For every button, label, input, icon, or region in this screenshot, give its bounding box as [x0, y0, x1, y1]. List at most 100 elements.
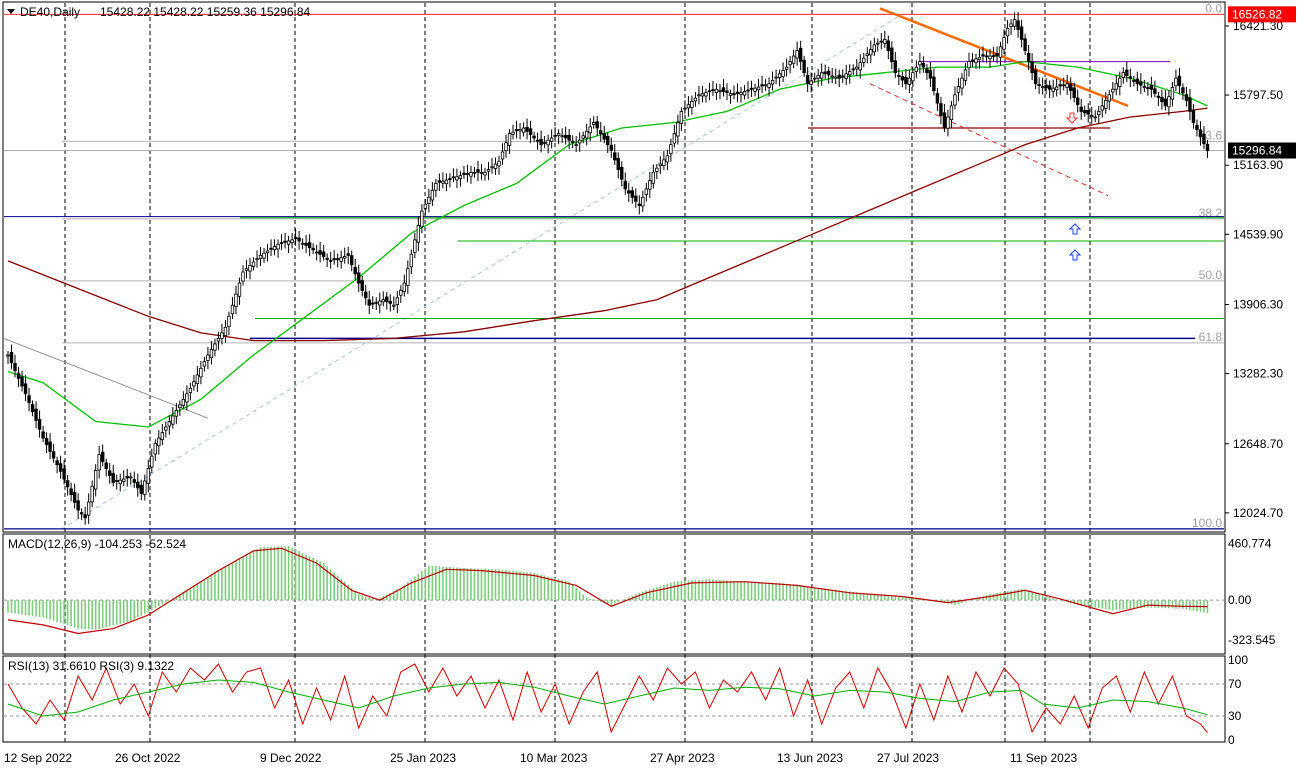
candle-body — [416, 225, 421, 243]
candle-body — [644, 188, 649, 195]
candle-body — [132, 479, 136, 483]
candle-body — [651, 171, 656, 184]
candle-body — [858, 62, 862, 71]
candle-body — [286, 240, 291, 245]
candle-body — [798, 47, 803, 62]
candle-body — [528, 128, 533, 136]
candle-body — [767, 83, 771, 88]
candle-body — [27, 395, 31, 404]
candle-body — [51, 451, 56, 459]
candle-body — [150, 455, 154, 468]
fib-level-label: 0.0 — [1205, 1, 1222, 15]
candle-body — [1118, 77, 1122, 87]
candle-body — [560, 135, 564, 138]
candle-body — [1177, 75, 1182, 86]
candle-body — [809, 80, 813, 85]
candle-body — [367, 299, 371, 306]
candle-body — [577, 139, 582, 144]
candle-body — [760, 84, 764, 87]
candle-body — [819, 72, 824, 79]
candle-body — [851, 68, 855, 71]
price-tick-label: 12024.70 — [1233, 506, 1283, 520]
candle-body — [58, 463, 63, 472]
candle-body — [178, 404, 182, 409]
candle-body — [865, 53, 869, 56]
candle-body — [928, 69, 933, 79]
candle-body — [921, 63, 926, 68]
date-tick-label: 25 Jan 2023 — [390, 751, 456, 765]
candle-body — [584, 130, 589, 139]
candle-body — [364, 291, 368, 299]
candle-body — [290, 239, 294, 243]
rsi-tick-label: 70 — [1228, 677, 1242, 691]
candle-body — [802, 59, 806, 74]
candle-body — [732, 93, 736, 96]
candle-body — [1153, 88, 1157, 94]
candle-body — [1104, 99, 1108, 109]
candle-body — [609, 144, 613, 151]
candle-body — [679, 111, 684, 124]
candle-body — [1093, 116, 1097, 119]
candle-body — [104, 462, 108, 469]
candle-body — [90, 485, 94, 503]
candle-body — [185, 393, 189, 403]
candle-body — [988, 55, 992, 60]
candle-body — [434, 182, 438, 191]
candle-body — [1023, 38, 1027, 51]
candle-body — [1065, 83, 1069, 88]
candle-body — [795, 50, 799, 59]
candle-body — [234, 293, 238, 308]
candle-body — [777, 73, 782, 78]
candle-body — [76, 500, 80, 511]
candle-body — [935, 92, 940, 104]
candle-body — [995, 53, 999, 57]
candle-body — [241, 271, 245, 282]
candle-body — [1195, 124, 1199, 131]
candle-body — [542, 142, 547, 144]
candle-body — [118, 479, 122, 484]
candle-body — [588, 126, 592, 134]
candle-body — [570, 140, 575, 143]
candle-body — [1139, 81, 1143, 86]
date-tick-label: 11 Sep 2023 — [1010, 751, 1077, 765]
candle-body — [486, 169, 491, 172]
candle-body — [279, 242, 284, 245]
price-tick-label: 13282.30 — [1233, 367, 1283, 381]
candle-body — [1086, 110, 1090, 115]
candle-body — [206, 354, 210, 361]
candle-body — [321, 251, 326, 257]
candle-body — [227, 315, 231, 327]
candle-body — [276, 243, 280, 250]
candle-body — [683, 107, 687, 110]
candle-body — [265, 250, 270, 254]
candle-body — [332, 258, 336, 261]
rsi-tick-label: 0 — [1228, 733, 1235, 747]
candle-body — [402, 282, 407, 293]
candle-body — [448, 178, 452, 180]
candle-body — [251, 261, 256, 267]
candle-body — [83, 514, 87, 519]
candle-body — [269, 247, 273, 250]
candle-body — [784, 66, 789, 70]
candle-body — [1198, 129, 1203, 138]
date-tick-label: 12 Sep 2022 — [4, 751, 72, 765]
candle-body — [72, 492, 77, 503]
candle-body — [770, 80, 775, 85]
candle-body — [970, 59, 975, 62]
candle-body — [967, 61, 971, 69]
candle-body — [444, 179, 449, 185]
candle-body — [139, 484, 143, 494]
candle-body — [188, 387, 193, 394]
candle-body — [399, 290, 403, 296]
candle-body — [79, 512, 84, 515]
candle-body — [826, 70, 831, 76]
candle-body — [216, 338, 221, 342]
candle-body — [30, 403, 35, 412]
candle-body — [108, 470, 112, 476]
candle-body — [353, 266, 357, 275]
candle-body — [662, 159, 666, 166]
candle-body — [693, 97, 698, 102]
candle-body — [1167, 96, 1171, 108]
candle-body — [805, 74, 810, 85]
candle-body — [897, 74, 901, 77]
